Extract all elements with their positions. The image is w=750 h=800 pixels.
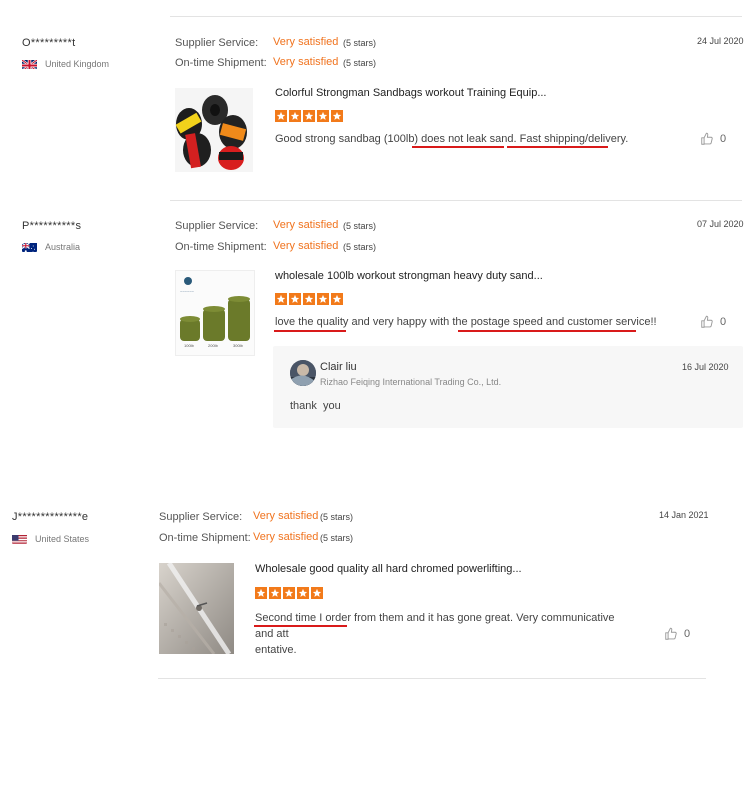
thumbs-up-icon bbox=[701, 315, 713, 328]
reply-text: thank you bbox=[290, 400, 341, 412]
star-icon bbox=[289, 293, 301, 305]
like-button[interactable]: 0 bbox=[664, 627, 690, 641]
highlight-underline bbox=[274, 330, 346, 332]
shipment-label: On-time Shipment: bbox=[159, 532, 251, 544]
supplier-service-stars: (5 stars) bbox=[343, 38, 377, 48]
review-highlight: love the quality bbox=[275, 316, 349, 328]
supplier-service-stars: (5 stars) bbox=[343, 221, 377, 231]
review-date: 24 Jul 2020 bbox=[697, 36, 744, 46]
reviewer-name: O*********t bbox=[22, 37, 76, 49]
supplier-service-stars: (5 stars) bbox=[320, 512, 354, 522]
reviewer-country: United Kingdom bbox=[45, 59, 110, 69]
supplier-service-label: Supplier Service: bbox=[175, 220, 259, 232]
bottom-divider bbox=[158, 678, 706, 679]
review-highlight: does not leak sand. bbox=[421, 133, 517, 145]
thumbnail-size-label: 300lb bbox=[233, 343, 244, 348]
highlight-underline bbox=[507, 146, 608, 148]
us-flag-icon bbox=[12, 533, 27, 544]
review-highlight: Second time I order bbox=[255, 612, 351, 624]
star-icon bbox=[275, 110, 287, 122]
thumbnail-size-label: 100lb bbox=[184, 343, 195, 348]
review-divider bbox=[170, 200, 742, 201]
star-icon bbox=[331, 110, 343, 122]
product-thumbnail[interactable]: ~~~~~~ 100lb 200lb 300lb bbox=[175, 270, 255, 356]
star-icon bbox=[317, 293, 329, 305]
review-highlight: Fast shipping/delivery bbox=[519, 133, 626, 145]
thumbs-up-icon bbox=[665, 627, 677, 640]
star-icon bbox=[331, 293, 343, 305]
highlight-underline bbox=[458, 330, 636, 332]
avatar bbox=[290, 360, 316, 386]
shipment-stars: (5 stars) bbox=[320, 533, 354, 543]
product-title-link[interactable]: Wholesale good quality all hard chromed … bbox=[255, 563, 522, 575]
like-button[interactable]: 0 bbox=[700, 132, 726, 146]
rating-stars bbox=[275, 110, 343, 122]
supplier-service-value: Very satisfied bbox=[273, 219, 339, 231]
reviewer-country: Australia bbox=[45, 242, 81, 252]
review-highlight: postage speed and customer service!! bbox=[470, 316, 657, 328]
shipment-value: Very satisfied bbox=[253, 531, 319, 543]
shipment-stars: (5 stars) bbox=[343, 58, 377, 68]
rating-stars bbox=[255, 587, 323, 599]
reviewer-name: P**********s bbox=[22, 220, 82, 232]
svg-text:~~~~~~: ~~~~~~ bbox=[180, 289, 195, 294]
highlight-underline bbox=[254, 625, 347, 627]
star-icon bbox=[289, 110, 301, 122]
review-text-part: Good strong sandbag (100lb) bbox=[275, 133, 422, 145]
product-thumbnail[interactable] bbox=[159, 563, 234, 654]
star-icon bbox=[297, 587, 309, 599]
star-icon bbox=[317, 110, 329, 122]
australia-flag-icon bbox=[22, 241, 37, 252]
thumbs-up-icon bbox=[701, 132, 713, 145]
shipment-label: On-time Shipment: bbox=[175, 241, 267, 253]
rating-stars bbox=[275, 293, 343, 305]
star-icon bbox=[275, 293, 287, 305]
shipment-stars: (5 stars) bbox=[343, 242, 377, 252]
product-thumbnail[interactable] bbox=[175, 88, 253, 172]
review-text-part: and very happy with the bbox=[348, 316, 471, 328]
reply-date: 16 Jul 2020 bbox=[682, 362, 729, 372]
review-date: 14 Jan 2021 bbox=[659, 510, 709, 520]
review-date: 07 Jul 2020 bbox=[697, 219, 744, 229]
like-count: 0 bbox=[720, 316, 727, 328]
star-icon bbox=[303, 110, 315, 122]
highlight-underline bbox=[412, 146, 504, 148]
thumbnail-size-label: 200lb bbox=[208, 343, 219, 348]
reviewer-name: J**************e bbox=[12, 511, 89, 523]
like-button[interactable]: 0 bbox=[700, 315, 726, 329]
star-icon bbox=[283, 587, 295, 599]
review-text: Good strong sandbag (100lb) does not lea… bbox=[275, 131, 628, 147]
review-text-part: entative. bbox=[255, 644, 297, 656]
shipment-value: Very satisfied bbox=[273, 56, 339, 68]
reply-company-name: Rizhao Feiqing International Trading Co.… bbox=[320, 377, 502, 387]
star-icon bbox=[303, 293, 315, 305]
supplier-reply: Clair liu Rizhao Feiqing International T… bbox=[273, 346, 743, 428]
supplier-service-value: Very satisfied bbox=[253, 510, 319, 522]
star-icon bbox=[311, 587, 323, 599]
shipment-label: On-time Shipment: bbox=[175, 57, 267, 69]
top-divider bbox=[170, 16, 742, 17]
star-icon bbox=[255, 587, 267, 599]
reviewer-country: United States bbox=[35, 534, 90, 544]
review-text: Second time I order from them and it has… bbox=[255, 610, 635, 658]
like-count: 0 bbox=[720, 133, 727, 145]
reply-author-name: Clair liu bbox=[320, 361, 357, 373]
supplier-service-value: Very satisfied bbox=[273, 36, 339, 48]
shipment-value: Very satisfied bbox=[273, 240, 339, 252]
star-icon bbox=[269, 587, 281, 599]
supplier-service-label: Supplier Service: bbox=[159, 511, 243, 523]
like-count: 0 bbox=[684, 628, 691, 640]
product-title-link[interactable]: Colorful Strongman Sandbags workout Trai… bbox=[275, 87, 547, 99]
supplier-service-label: Supplier Service: bbox=[175, 37, 259, 49]
uk-flag-icon bbox=[22, 58, 37, 69]
review-text: love the quality and very happy with the… bbox=[275, 314, 657, 330]
review-text-part: . bbox=[625, 133, 629, 145]
product-title-link[interactable]: wholesale 100lb workout strongman heavy … bbox=[275, 270, 543, 282]
